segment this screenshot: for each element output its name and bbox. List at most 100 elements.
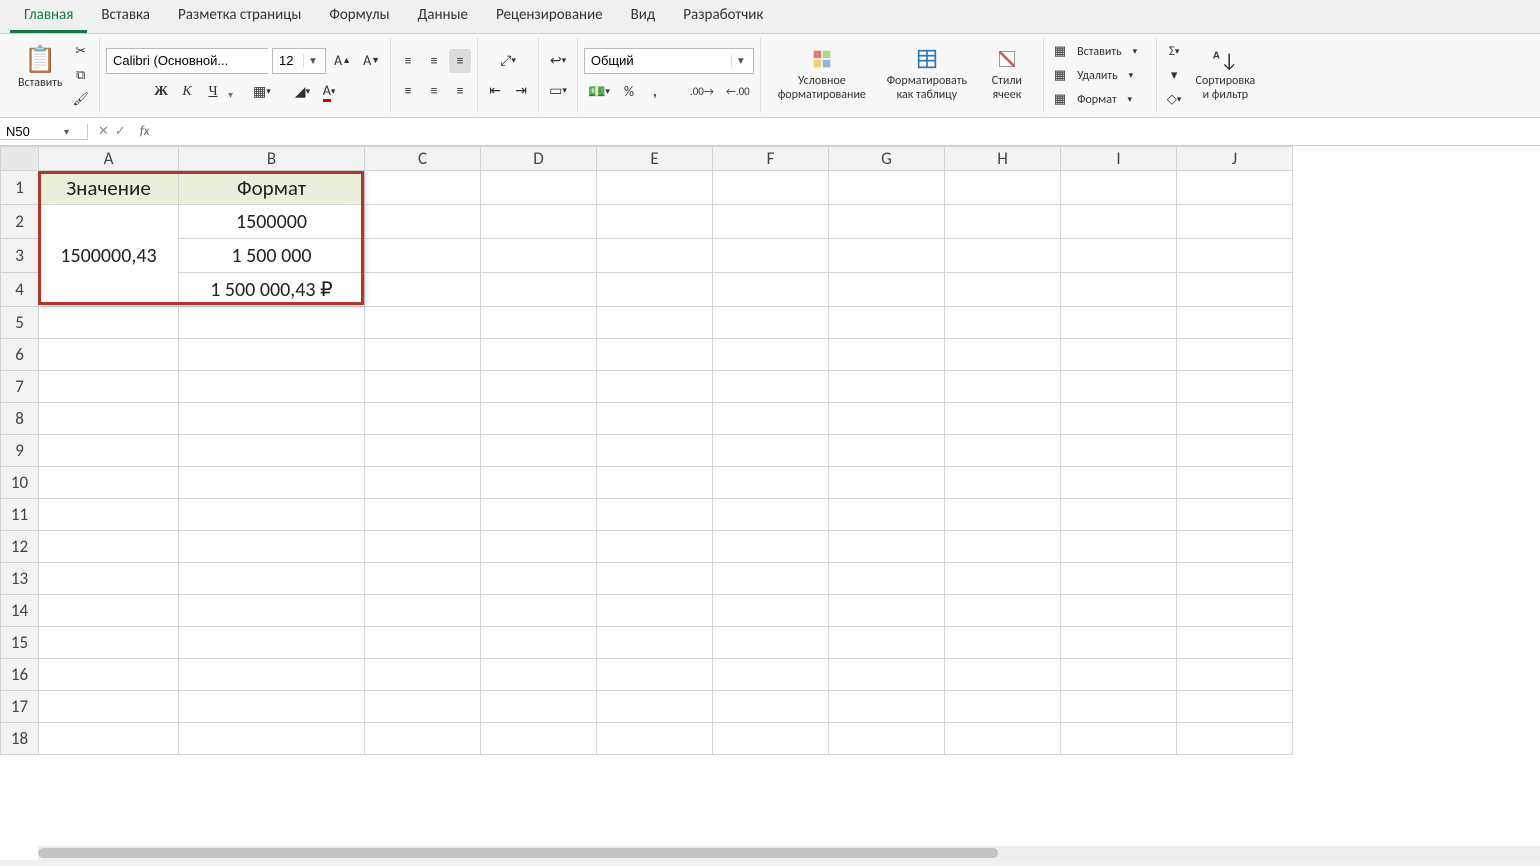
font-family-input[interactable] [107,49,295,73]
cell-J7[interactable] [1177,371,1293,403]
cell-C9[interactable] [365,435,481,467]
increase-indent-button[interactable]: ⇥ [510,79,532,103]
cell-F1[interactable] [713,171,829,205]
cell-E11[interactable] [597,499,713,531]
cell-I3[interactable] [1061,239,1177,273]
row-header-10[interactable]: 10 [1,467,39,499]
align-bottom-button[interactable]: ≡ [449,49,471,73]
select-all-corner[interactable] [1,147,39,171]
cell-I10[interactable] [1061,467,1177,499]
cell-E9[interactable] [597,435,713,467]
tab-view[interactable]: Вид [617,0,670,33]
tab-pagelayout[interactable]: Разметка страницы [164,0,315,33]
cell-H9[interactable] [945,435,1061,467]
cell-I4[interactable] [1061,273,1177,307]
cell-H15[interactable] [945,627,1061,659]
align-middle-button[interactable]: ≡ [423,49,445,73]
cell-F3[interactable] [713,239,829,273]
decrease-decimal-button[interactable]: ←.00 [722,80,754,104]
tab-formulas[interactable]: Формулы [315,0,403,33]
row-header-2[interactable]: 2 [1,205,39,239]
conditional-formatting-button[interactable]: Условное форматирование [767,47,877,103]
cell-B10[interactable] [179,467,365,499]
cell-A18[interactable] [39,723,179,755]
cell-F15[interactable] [713,627,829,659]
cell-D15[interactable] [481,627,597,659]
cell-D8[interactable] [481,403,597,435]
enter-formula-button[interactable]: ✓ [115,124,126,139]
cell-I16[interactable] [1061,659,1177,691]
merge-button[interactable]: ▭▾ [545,79,571,103]
cell-I7[interactable] [1061,371,1177,403]
cell-H11[interactable] [945,499,1061,531]
cell-H17[interactable] [945,691,1061,723]
cell-A5[interactable] [39,307,179,339]
cut-button[interactable]: ✂ [69,41,94,63]
cell-G6[interactable] [829,339,945,371]
cell-D16[interactable] [481,659,597,691]
cell-C5[interactable] [365,307,481,339]
row-header-1[interactable]: 1 [1,171,39,205]
cell-C15[interactable] [365,627,481,659]
col-header-A[interactable]: A [39,147,179,171]
font-size-combo[interactable]: ▼ [272,48,326,74]
cell-F13[interactable] [713,563,829,595]
fill-button[interactable]: ▾ [1163,65,1186,87]
increase-font-button[interactable]: A▲ [330,49,355,73]
cell-A4[interactable] [39,273,179,307]
cell-H18[interactable] [945,723,1061,755]
cell-E18[interactable] [597,723,713,755]
paste-button[interactable]: 📋 Вставить [12,41,69,92]
clear-button[interactable]: ◇▾ [1163,89,1186,111]
cell-E14[interactable] [597,595,713,627]
cell-I5[interactable] [1061,307,1177,339]
cell-F11[interactable] [713,499,829,531]
cell-G18[interactable] [829,723,945,755]
cell-A8[interactable] [39,403,179,435]
col-header-G[interactable]: G [829,147,945,171]
cell-F12[interactable] [713,531,829,563]
font-size-input[interactable] [273,49,303,73]
cell-C18[interactable] [365,723,481,755]
comma-button[interactable]: , [644,80,666,104]
cell-B7[interactable] [179,371,365,403]
col-header-I[interactable]: I [1061,147,1177,171]
font-family-combo[interactable]: ▼ [106,48,268,74]
cell-E13[interactable] [597,563,713,595]
col-header-H[interactable]: H [945,147,1061,171]
cell-C3[interactable] [365,239,481,273]
cell-H10[interactable] [945,467,1061,499]
cell-C1[interactable] [365,171,481,205]
cell-A13[interactable] [39,563,179,595]
cell-G7[interactable] [829,371,945,403]
cell-A12[interactable] [39,531,179,563]
cell-G11[interactable] [829,499,945,531]
tab-developer[interactable]: Разработчик [669,0,777,33]
cell-G17[interactable] [829,691,945,723]
cell-B8[interactable] [179,403,365,435]
col-header-F[interactable]: F [713,147,829,171]
cell-D2[interactable] [481,205,597,239]
cell-I11[interactable] [1061,499,1177,531]
name-box[interactable]: ▾ [0,124,88,140]
cell-A14[interactable] [39,595,179,627]
cell-F5[interactable] [713,307,829,339]
bold-button[interactable]: Ж [150,80,172,104]
row-header-12[interactable]: 12 [1,531,39,563]
cell-B18[interactable] [179,723,365,755]
fx-label[interactable]: fx [136,124,154,139]
cell-J14[interactable] [1177,595,1293,627]
cell-B6[interactable] [179,339,365,371]
borders-button[interactable]: ▦▾ [249,80,275,104]
format-painter-button[interactable]: 🖌 [69,89,94,111]
cell-H4[interactable] [945,273,1061,307]
cell-E10[interactable] [597,467,713,499]
currency-button[interactable]: 💵▾ [584,80,614,104]
fill-color-button[interactable]: ◢▾ [291,80,314,104]
cell-C17[interactable] [365,691,481,723]
cell-I2[interactable] [1061,205,1177,239]
cell-F9[interactable] [713,435,829,467]
cell-C8[interactable] [365,403,481,435]
cell-B9[interactable] [179,435,365,467]
cell-I14[interactable] [1061,595,1177,627]
